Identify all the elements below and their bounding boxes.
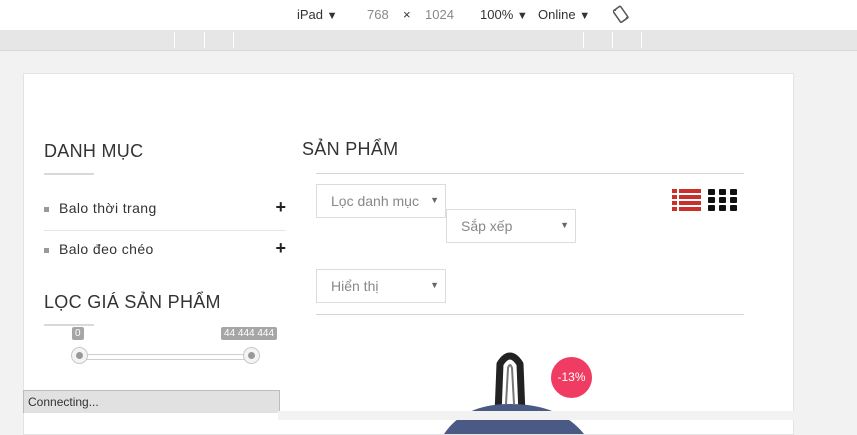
grid-view-icon[interactable] [708,189,737,212]
expand-plus-icon[interactable]: + [275,238,286,259]
emulated-page: DANH MỤC Balo thời trang + Balo đeo chéo… [23,73,794,435]
price-min-handle[interactable] [71,347,88,364]
price-min-label: 0 [72,327,84,340]
category-divider [44,230,286,231]
device-select[interactable]: iPad ▼ [297,7,338,22]
price-slider-track[interactable] [78,354,252,360]
zoom-dropdown-icon: ▼ [516,10,528,22]
sidebar-item-balo-deo-cheo[interactable]: Balo đeo chéo + [44,232,286,272]
filter-category-value: Lọc danh mục [331,193,419,209]
price-max-handle[interactable] [243,347,260,364]
products-divider-top [316,173,744,174]
category-heading-underline [44,173,94,175]
list-view-icon[interactable] [672,189,701,212]
price-max-label: 44 444 444 [221,327,278,340]
sort-value: Sắp xếp [461,218,513,234]
products-divider-bottom [316,314,744,315]
chevron-down-icon: ▼ [430,280,439,290]
browser-status-bar: Connecting... [23,390,280,413]
sidebar-item-balo-thoi-trang[interactable]: Balo thời trang + [44,191,286,231]
bullet-icon [44,248,49,253]
discount-badge: -13% [551,357,592,398]
device-toolbar: iPad ▼ 768 × 1024 100% ▼ Online ▼ [0,0,857,30]
expand-plus-icon[interactable]: + [275,197,286,218]
category-heading: DANH MỤC [44,141,144,161]
width-input[interactable]: 768 [367,7,389,22]
page-bottom-edge [278,411,857,420]
zoom-select[interactable]: 100% ▼ [480,7,528,22]
chevron-down-icon: ▼ [430,195,439,205]
status-text: Connecting... [28,395,99,409]
media-query-bar[interactable] [0,30,857,51]
price-filter-underline [44,324,94,326]
zoom-value: 100% [480,7,514,22]
sidebar-item-label[interactable]: Balo thời trang [59,200,157,216]
network-value: Online [538,7,576,22]
rotate-icon[interactable] [612,5,629,26]
bullet-icon [44,207,49,212]
price-filter-heading: LỌC GIÁ SẢN PHẨM [44,292,221,312]
device-dropdown-icon: ▼ [326,10,338,22]
display-value: Hiển thị [331,278,379,294]
network-dropdown-icon: ▼ [579,10,591,22]
dimension-times-icon: × [403,7,411,22]
network-throttle-select[interactable]: Online ▼ [538,7,590,22]
sort-select[interactable]: Sắp xếp ▼ [446,209,576,243]
products-heading: SẢN PHẨM [302,139,399,159]
filter-category-select[interactable]: Lọc danh mục ▼ [316,184,446,218]
chevron-down-icon: ▼ [560,220,569,230]
display-select[interactable]: Hiển thị ▼ [316,269,446,303]
sidebar-item-label[interactable]: Balo đeo chéo [59,241,154,257]
height-input[interactable]: 1024 [425,7,454,22]
device-name: iPad [297,7,324,22]
